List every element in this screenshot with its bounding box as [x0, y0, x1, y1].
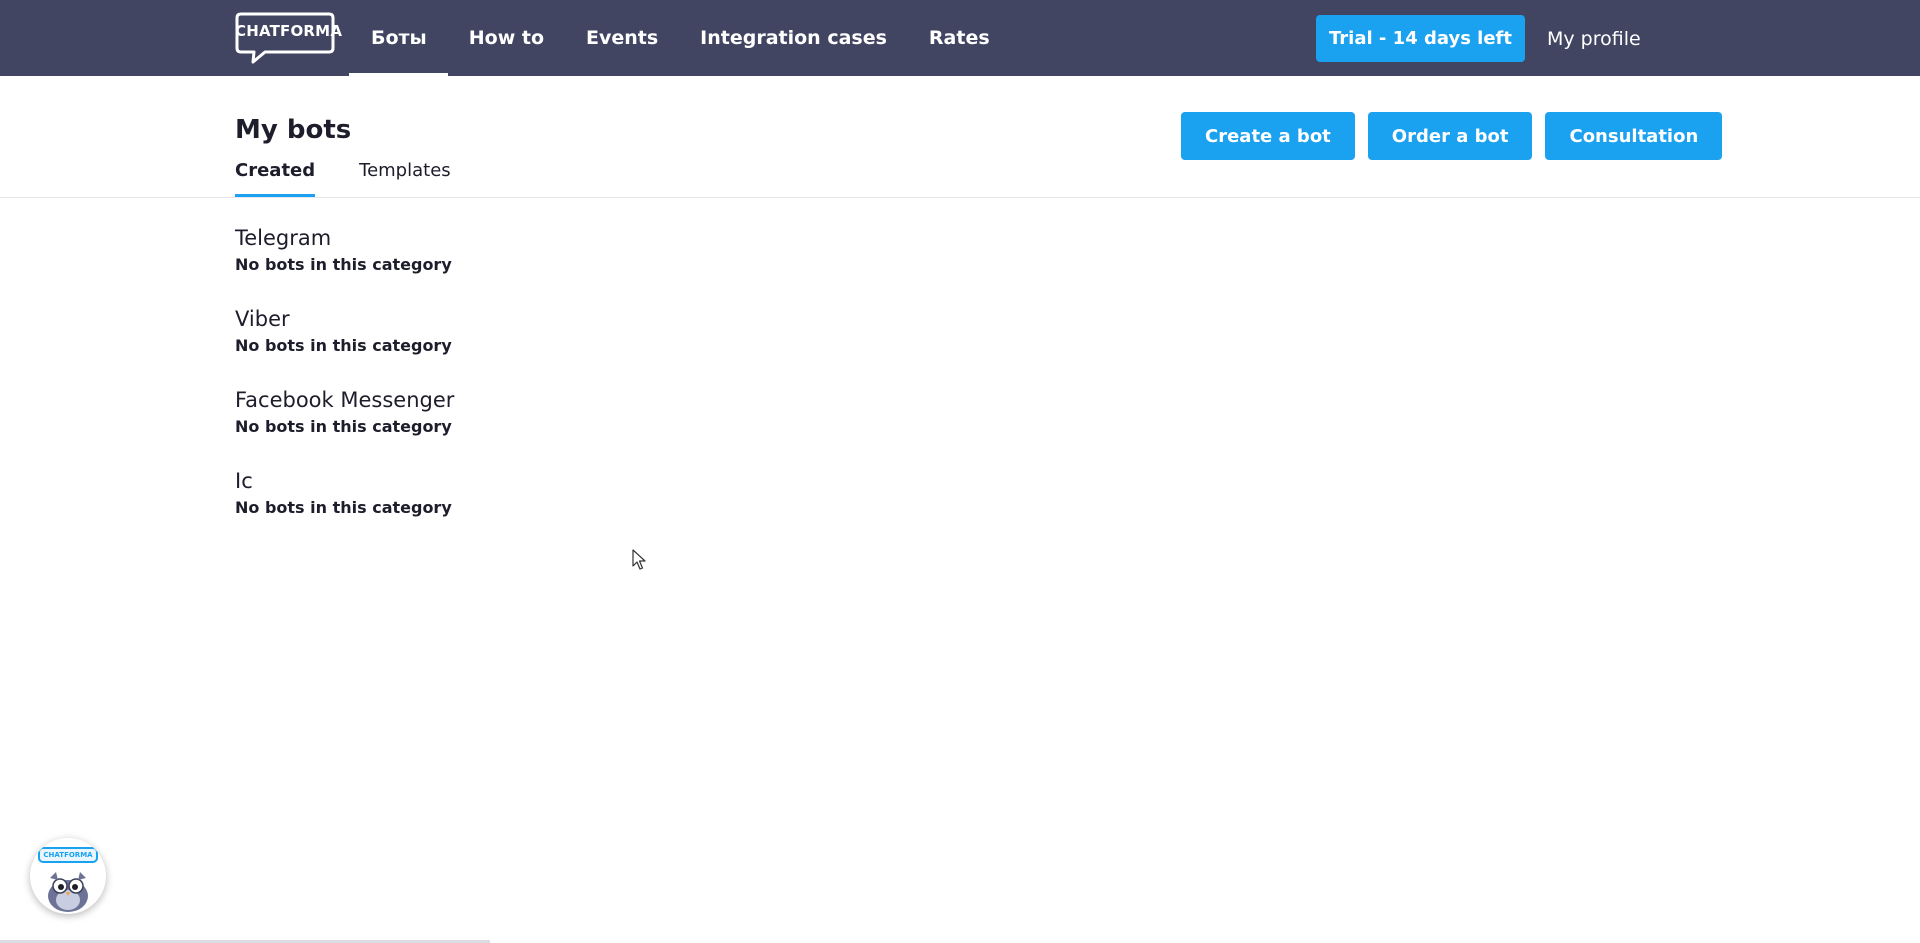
- category-empty-message: No bots in this category: [235, 336, 452, 355]
- nav-item-integration-cases[interactable]: Integration cases: [679, 0, 908, 76]
- category-empty-message: No bots in this category: [235, 255, 452, 274]
- create-bot-button[interactable]: Create a bot: [1181, 112, 1355, 160]
- category-telegram: Telegram No bots in this category: [235, 224, 454, 305]
- my-profile-link[interactable]: My profile: [1547, 24, 1641, 54]
- nav-item-how-to[interactable]: How to: [448, 0, 565, 76]
- chat-widget-button[interactable]: CHATFORMA: [30, 838, 106, 914]
- nav-item-events[interactable]: Events: [565, 0, 679, 76]
- main-nav: Боты How to Events Integration cases Rat…: [349, 0, 1011, 76]
- category-viber: Viber No bots in this category: [235, 305, 454, 386]
- bot-tabs: Created Templates: [235, 160, 495, 197]
- mouse-cursor-icon: [632, 549, 646, 570]
- consultation-button[interactable]: Consultation: [1545, 112, 1723, 160]
- bot-category-list: Telegram No bots in this category Viber …: [235, 224, 454, 548]
- category-name: Facebook Messenger: [235, 388, 455, 412]
- nav-item-bots[interactable]: Боты: [349, 0, 448, 76]
- chatforma-logo[interactable]: CHATFORMA: [235, 12, 343, 64]
- tab-created[interactable]: Created: [235, 160, 316, 197]
- tab-templates[interactable]: Templates: [359, 160, 451, 197]
- logo-text: CHATFORMA: [235, 22, 343, 40]
- page-title: My bots: [235, 115, 352, 145]
- trial-button[interactable]: Trial - 14 days left: [1316, 15, 1525, 62]
- category-empty-message: No bots in this category: [235, 417, 452, 436]
- top-navbar: CHATFORMA Боты How to Events Integration…: [0, 0, 1920, 76]
- owl-mascot-icon: [48, 872, 88, 912]
- page-actions: Create a bot Order a bot Consultation: [1181, 112, 1723, 160]
- order-bot-button[interactable]: Order a bot: [1367, 112, 1533, 160]
- nav-item-rates[interactable]: Rates: [908, 0, 1011, 76]
- category-ic: Ic No bots in this category: [235, 467, 454, 548]
- category-name: Telegram: [235, 226, 332, 250]
- header-divider: [0, 197, 1920, 198]
- category-facebook-messenger: Facebook Messenger No bots in this categ…: [235, 386, 454, 467]
- category-name: Viber: [235, 307, 290, 331]
- category-empty-message: No bots in this category: [235, 498, 452, 517]
- category-name: Ic: [235, 469, 253, 493]
